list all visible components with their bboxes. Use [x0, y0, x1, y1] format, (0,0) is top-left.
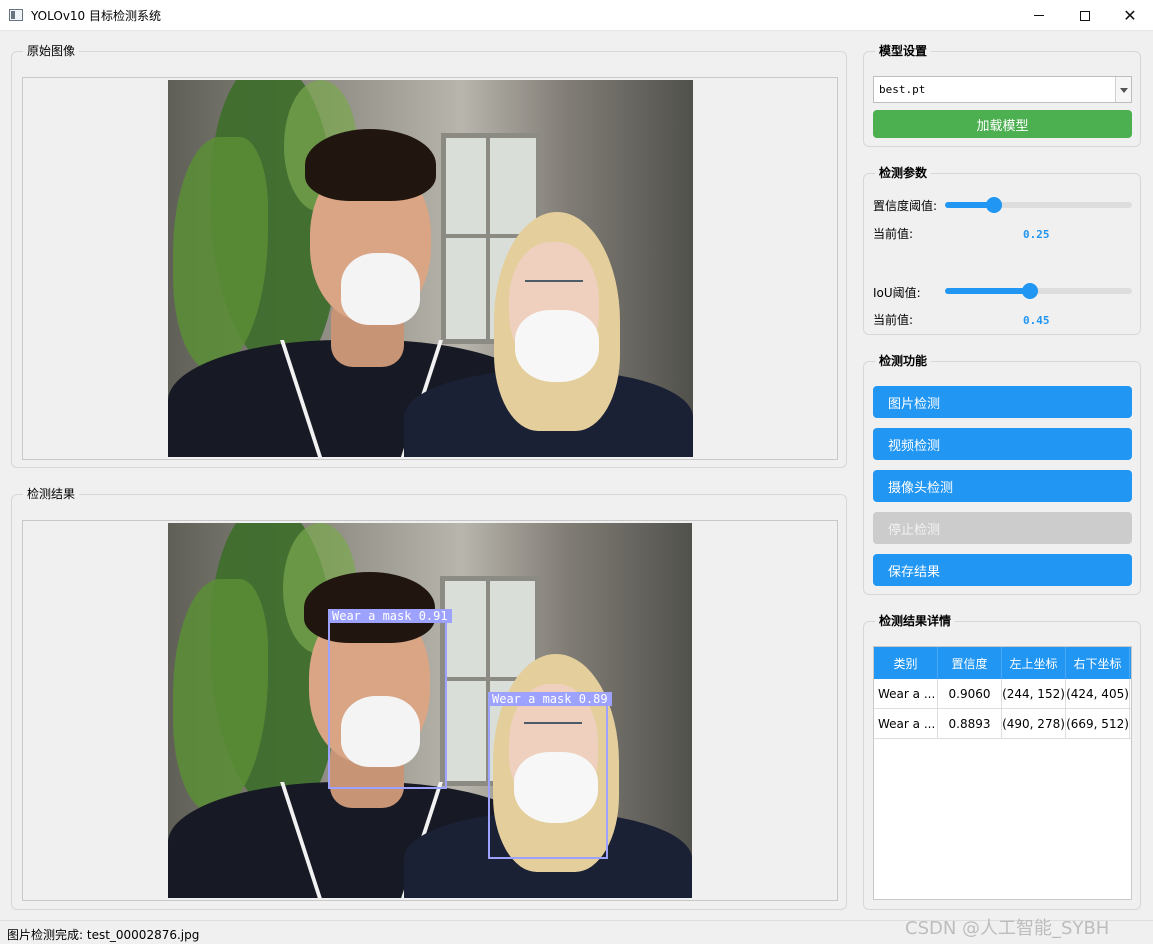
load-model-button[interactable]: 加载模型: [873, 110, 1132, 138]
result-image-frame: Wear a mask 0.91 Wear a mask 0.89: [22, 520, 838, 901]
close-icon: ✕: [1123, 5, 1137, 25]
iou-slider[interactable]: [945, 283, 1132, 299]
iou-slider-fill: [945, 288, 1029, 294]
status-message: 图片检测完成: test_00002876.jpg: [7, 928, 200, 942]
video-detection-button[interactable]: 视频检测: [873, 428, 1132, 460]
confidence-current-label: 当前值:: [873, 227, 914, 241]
iou-current-label: 当前值:: [873, 313, 914, 327]
detection-functions-title: 检测功能: [875, 354, 932, 368]
table-cell-class: Wear a ...: [874, 709, 938, 739]
csdn-watermark: CSDN @人工智能_SYBH: [905, 918, 1110, 939]
minimize-icon: [1034, 15, 1044, 16]
maximize-button[interactable]: [1062, 0, 1108, 31]
table-cell-confidence: 0.9060: [938, 679, 1002, 709]
table-cell-top-left: (244, 152): [1002, 679, 1066, 709]
iou-value: 0.45: [1023, 314, 1050, 327]
maximize-icon: [1080, 10, 1090, 21]
original-image: [168, 80, 693, 457]
table-row[interactable]: Wear a ... 0.8893 (490, 278) (669, 512): [874, 709, 1131, 739]
result-image-title: 检测结果: [23, 487, 80, 501]
model-settings-title: 模型设置: [875, 44, 932, 58]
selected-model: best.pt: [879, 83, 926, 96]
iou-label: IoU阈值:: [873, 286, 921, 300]
column-header-class: 类别: [874, 647, 938, 679]
save-results-button[interactable]: 保存结果: [873, 554, 1132, 586]
table-cell-top-left: (490, 278): [1002, 709, 1066, 739]
camera-detection-button[interactable]: 摄像头检测: [873, 470, 1132, 502]
result-image: Wear a mask 0.91 Wear a mask 0.89: [168, 523, 692, 898]
image-detection-button[interactable]: 图片检测: [873, 386, 1132, 418]
confidence-slider-handle[interactable]: [986, 197, 1002, 213]
close-button[interactable]: ✕: [1107, 0, 1153, 31]
column-header-bottom-right: 右下坐标: [1066, 647, 1130, 679]
detection-box: [328, 621, 447, 789]
detection-params-title: 检测参数: [875, 166, 932, 180]
confidence-label: 置信度阈值:: [873, 199, 938, 213]
table-cell-bottom-right: (669, 512): [1066, 709, 1130, 739]
chevron-down-icon[interactable]: [1115, 77, 1131, 102]
column-header-top-left: 左上坐标: [1002, 647, 1066, 679]
original-image-frame: [22, 77, 838, 460]
model-select[interactable]: best.pt: [873, 76, 1132, 103]
original-image-title: 原始图像: [23, 44, 80, 58]
stop-detection-button[interactable]: 停止检测: [873, 512, 1132, 544]
result-image-group: 检测结果 Wear a mask 0.91 Wear a mask 0.89: [11, 487, 847, 910]
detection-label: Wear a mask 0.91: [328, 609, 452, 623]
window-title: YOLOv10 目标检测系统: [31, 9, 162, 23]
detection-box: [488, 704, 608, 859]
confidence-value: 0.25: [1023, 228, 1050, 241]
table-cell-class: Wear a ...: [874, 679, 938, 709]
original-image-group: 原始图像: [11, 44, 847, 468]
iou-slider-handle[interactable]: [1022, 283, 1038, 299]
confidence-slider[interactable]: [945, 197, 1132, 213]
detection-details-title: 检测结果详情: [875, 614, 956, 628]
column-header-confidence: 置信度: [938, 647, 1002, 679]
table-cell-confidence: 0.8893: [938, 709, 1002, 739]
minimize-button[interactable]: [1016, 0, 1062, 31]
title-bar: YOLOv10 目标检测系统 ✕: [0, 0, 1153, 31]
table-header: 类别 置信度 左上坐标 右下坐标: [874, 647, 1131, 679]
detection-label: Wear a mask 0.89: [488, 692, 612, 706]
table-row[interactable]: Wear a ... 0.9060 (244, 152) (424, 405): [874, 679, 1131, 709]
table-cell-bottom-right: (424, 405): [1066, 679, 1130, 709]
detection-results-table[interactable]: 类别 置信度 左上坐标 右下坐标 Wear a ... 0.9060 (244,…: [873, 646, 1132, 900]
app-window-icon: [9, 9, 23, 21]
